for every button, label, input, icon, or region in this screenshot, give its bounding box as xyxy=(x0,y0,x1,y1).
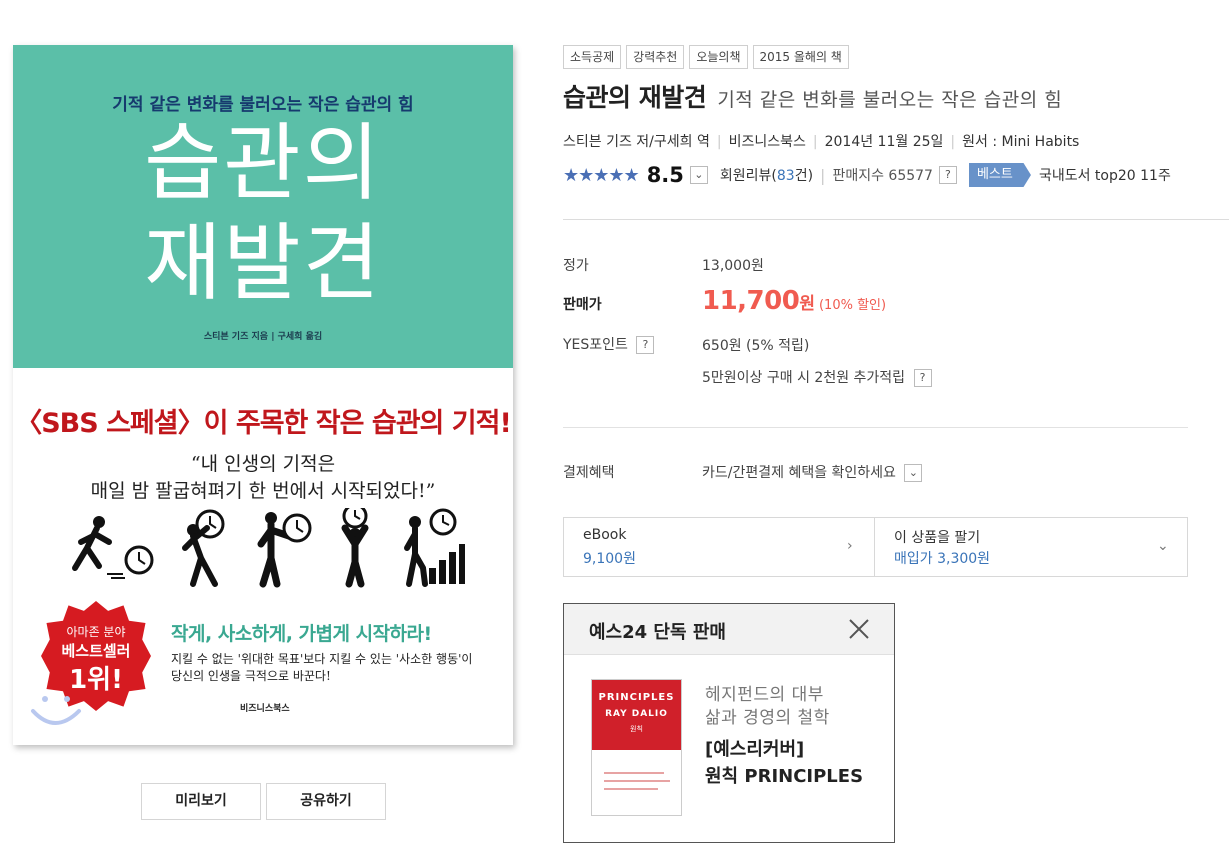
book-cover-image[interactable]: 기적 같은 변화를 불러오는 작은 습관의 힘 습관의 재발견 스티븐 기즈 지… xyxy=(13,45,513,745)
principles-book-cover[interactable]: PRINCIPLES RAY DALIO 원칙 xyxy=(591,679,682,816)
cover-small-line2: 당신의 인생을 극적으로 바꾼다! xyxy=(171,669,331,683)
promo-name-line2[interactable]: 원칙 PRINCIPLES xyxy=(705,762,863,788)
original-title: 원서 : Mini Habits xyxy=(962,134,1080,150)
smile-icon xyxy=(31,696,81,725)
divider: | xyxy=(950,134,956,150)
sell-product-link[interactable]: 이 상품을 팔기 매입가 3,300원 ⌄ xyxy=(875,518,1187,576)
promo-name-line1[interactable]: [예스리커버] xyxy=(705,735,804,761)
product-title-row: 습관의 재발견 기적 같은 변화를 불러오는 작은 습관의 힘 xyxy=(563,78,1062,114)
list-price-label: 정가 xyxy=(563,258,589,274)
stick-figures-illustration xyxy=(72,508,465,588)
cover-teal-slogan: 작게, 사소하게, 가볍게 시작하라! xyxy=(171,623,432,645)
cover-text-line xyxy=(604,788,658,790)
ebook-link[interactable]: eBook 9,100원 › xyxy=(564,518,875,576)
cover-author: 스티븐 기즈 지음 | 구세희 옮김 xyxy=(203,332,323,342)
tag-recommended[interactable]: 강력추천 xyxy=(626,45,685,69)
close-icon[interactable] xyxy=(847,617,871,641)
ebook-price: 9,100원 xyxy=(583,551,636,567)
sale-price-label: 판매가 xyxy=(563,297,602,313)
payment-benefit-link[interactable]: 카드/간편결제 혜택을 확인하세요 ⌄ xyxy=(702,462,923,482)
product-subtitle: 기적 같은 변화를 불러오는 작은 습관의 힘 xyxy=(717,89,1063,111)
divider-line xyxy=(563,219,1229,220)
promo-desc-line1: 헤지펀드의 대부 xyxy=(705,685,824,705)
badge-line2: 베스트셀러 xyxy=(61,642,131,660)
cover-small-line1: 지킬 수 없는 '위대한 목표'보다 지킬 수 있는 '사소한 행동'이 xyxy=(171,652,473,666)
cover-text-line xyxy=(604,772,664,774)
point-label: YES포인트 xyxy=(563,337,628,353)
list-price: 13,000원 xyxy=(702,258,764,274)
divider: | xyxy=(820,165,826,185)
publish-date: 2014년 11월 25일 xyxy=(824,134,944,150)
ebook-section: eBook 9,100원 › 이 상품을 팔기 매입가 3,300원 ⌄ xyxy=(563,517,1188,577)
tag-book-of-day[interactable]: 오늘의책 xyxy=(689,45,748,69)
divider: | xyxy=(716,134,722,150)
payment-label: 결제혜택 xyxy=(563,465,615,481)
tag-tax-deduction[interactable]: 소득공제 xyxy=(563,45,622,69)
cover-title-line2: 재발견 xyxy=(144,214,382,312)
chevron-down-icon[interactable]: ⌄ xyxy=(904,464,923,482)
cover-quote-line2: 매일 밤 팔굽혀펴기 한 번에서 시작되었다!” xyxy=(90,480,436,502)
promo-desc-line2: 삶과 경영의 철학 xyxy=(705,708,830,728)
exclusive-promo-box[interactable]: 예스24 단독 판매 PRINCIPLES RAY DALIO 원칙 헤지펀드의… xyxy=(563,603,895,843)
mini-book-author: RAY DALIO xyxy=(605,709,668,719)
cover-quote: “내 인생의 기적은 매일 밤 팔굽혀펴기 한 번에서 시작되었다!” xyxy=(13,451,513,505)
point-label-group: YES포인트 ? xyxy=(563,334,655,354)
sale-price-group: 11,700원 (10% 할인) xyxy=(702,286,886,316)
divider: | xyxy=(812,134,818,150)
badge-line3: 1위! xyxy=(69,665,123,695)
ebook-label: eBook xyxy=(583,527,627,543)
badge-line1: 아마존 분야 xyxy=(66,625,126,639)
preview-button[interactable]: 미리보기 xyxy=(141,783,261,820)
mini-book-title: PRINCIPLES xyxy=(598,692,675,703)
cover-title-line1: 습관의 xyxy=(144,114,382,212)
sell-price: 매입가 3,300원 xyxy=(894,551,991,567)
sales-index: 판매지수 65577 xyxy=(832,168,933,184)
tag-list: 소득공제 강력추천 오늘의책 2015 올해의 책 xyxy=(563,45,849,69)
divider-line xyxy=(563,427,1188,428)
author-link[interactable]: 스티븐 기즈 저/구세희 역 xyxy=(563,134,710,150)
promo-title: 예스24 단독 판매 xyxy=(589,622,726,643)
chevron-down-icon: ⌄ xyxy=(1157,538,1169,554)
publisher-link[interactable]: 비즈니스북스 xyxy=(729,134,806,150)
sale-price-unit: 원 xyxy=(799,294,815,314)
share-button[interactable]: 공유하기 xyxy=(266,783,386,820)
bonus-point-group: 5만원이상 구매 시 2천원 추가적립 ? xyxy=(702,367,932,387)
cover-headline: 〈SBS 스페셜〉이 주목한 작은 습관의 기적! xyxy=(15,408,512,439)
best-tag[interactable]: 베스트 xyxy=(968,163,1031,187)
cover-quote-line1: “내 인생의 기적은 xyxy=(190,453,336,475)
review-count[interactable]: 83 xyxy=(777,168,795,184)
help-icon[interactable]: ? xyxy=(938,166,957,184)
cover-subtitle: 기적 같은 변화를 불러오는 작은 습관의 힘 xyxy=(112,95,414,115)
best-description[interactable]: 국내도서 top20 11주 xyxy=(1039,165,1171,185)
help-icon[interactable]: ? xyxy=(636,336,655,354)
rating-score: 8.5 xyxy=(646,163,684,187)
mini-book-kr: 원칙 xyxy=(630,725,643,733)
point-value: 650원 (5% 적립) xyxy=(702,338,810,354)
rating-stars-icon: ★★★★★ xyxy=(563,164,640,186)
discount-rate: (10% 할인) xyxy=(818,298,887,313)
tag-book-of-year[interactable]: 2015 올해의 책 xyxy=(752,45,849,69)
chevron-down-icon[interactable]: ⌄ xyxy=(689,166,708,184)
cover-publisher-logo: 비즈니스북스 xyxy=(240,704,290,714)
payment-value[interactable]: 카드/간편결제 혜택을 확인하세요 xyxy=(702,465,896,481)
help-icon[interactable]: ? xyxy=(913,369,932,387)
chevron-right-icon: › xyxy=(847,538,853,554)
cover-text-line xyxy=(604,780,670,782)
promo-header: 예스24 단독 판매 xyxy=(564,604,894,655)
review-link[interactable]: 회원리뷰(83건) xyxy=(720,165,813,185)
bonus-point: 5만원이상 구매 시 2천원 추가적립 xyxy=(702,370,906,386)
rating-row: ★★★★★ 8.5 ⌄ 회원리뷰(83건) | 판매지수 65577 ? 베스트… xyxy=(563,161,1171,189)
product-title: 습관의 재발견 xyxy=(563,83,707,112)
product-meta: 스티븐 기즈 저/구세희 역 | 비즈니스북스 | 2014년 11월 25일 | 원서 :… xyxy=(563,131,1079,151)
sell-label: 이 상품을 팔기 xyxy=(894,530,981,546)
sale-price: 11,700 xyxy=(702,286,800,316)
